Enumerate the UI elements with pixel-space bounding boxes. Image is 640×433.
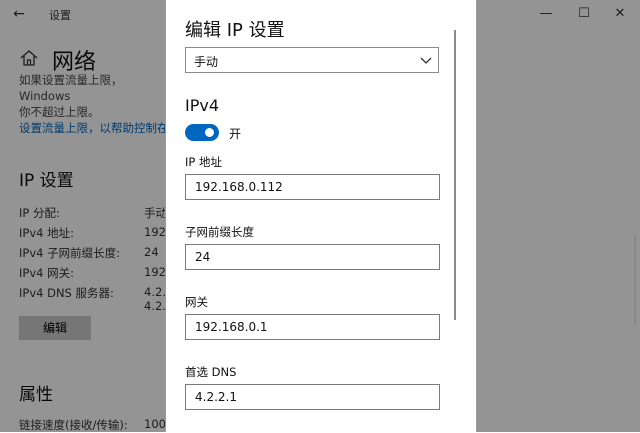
page-scrollbar[interactable] bbox=[634, 235, 636, 325]
preferred-dns-label: 首选 DNS bbox=[185, 365, 237, 379]
gateway-label: 网关 bbox=[185, 295, 208, 309]
ip-address-label: IP 地址 bbox=[185, 155, 222, 169]
subnet-prefix-label: 子网前缀长度 bbox=[185, 225, 254, 239]
gateway-input[interactable]: 192.168.0.1 bbox=[185, 314, 440, 340]
ipv4-toggle-label: 开 bbox=[229, 127, 242, 141]
ip-address-value: 192.168.0.112 bbox=[195, 180, 283, 194]
gateway-value: 192.168.0.1 bbox=[195, 320, 268, 334]
ip-address-input[interactable]: 192.168.0.112 bbox=[185, 174, 440, 200]
ip-mode-select[interactable]: 手动 bbox=[185, 47, 439, 73]
preferred-dns-input[interactable]: 4.2.2.1 bbox=[185, 384, 440, 410]
ip-mode-value: 手动 bbox=[194, 55, 219, 69]
toggle-knob bbox=[205, 128, 214, 137]
ipv4-toggle[interactable] bbox=[185, 124, 219, 141]
chevron-down-icon bbox=[420, 57, 432, 64]
dialog-title: 编辑 IP 设置 bbox=[185, 20, 285, 41]
subnet-prefix-input[interactable]: 24 bbox=[185, 244, 440, 270]
preferred-dns-value: 4.2.2.1 bbox=[195, 390, 237, 404]
subnet-prefix-value: 24 bbox=[195, 250, 211, 264]
dialog-scrollbar[interactable] bbox=[454, 30, 456, 320]
ipv4-heading: IPv4 bbox=[185, 96, 220, 115]
edit-ip-dialog: 编辑 IP 设置 手动 IPv4 开 IP 地址 192.168.0.112 子… bbox=[165, 0, 477, 432]
